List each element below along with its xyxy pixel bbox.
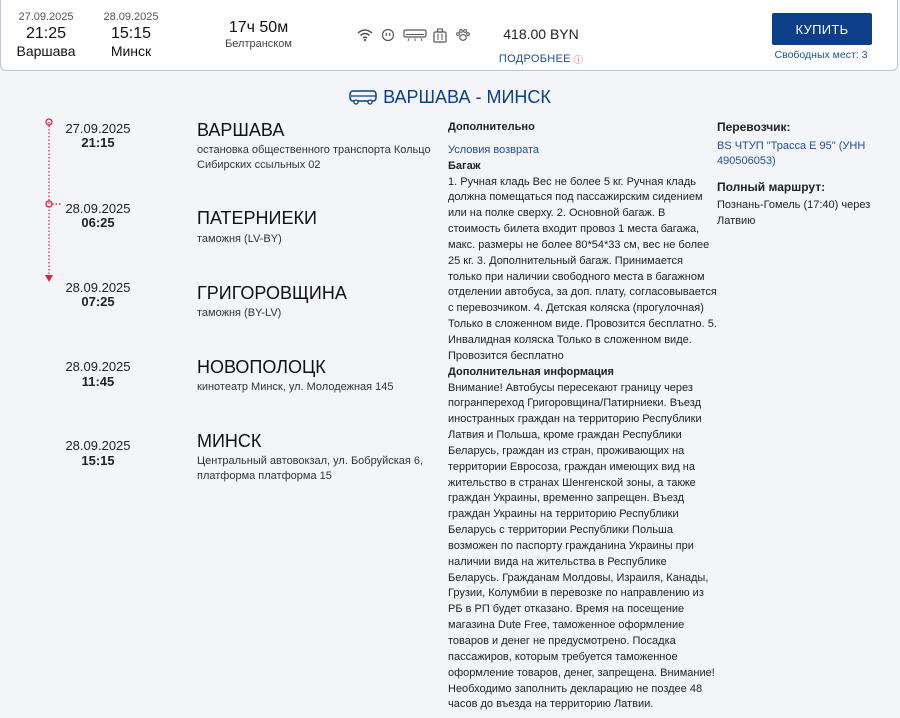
departure-date: 27.09.2025: [18, 11, 74, 23]
socket-icon: [380, 28, 398, 42]
info-heading: Дополнительно: [448, 121, 535, 133]
departure-city: Варшава: [16, 43, 76, 59]
info-icon: ⓘ: [573, 55, 584, 65]
additional-info: Дополнительно Условия возврата Багаж 1. …: [448, 120, 718, 713]
duration-block: 17ч 50м Белтранском: [206, 18, 311, 51]
stop-date: 27.09.2025: [65, 121, 131, 136]
stop-name: НОВОПОЛОЦК: [197, 357, 326, 377]
full-route-text: Познань-Гомель (17:40) через Латвию: [717, 199, 871, 227]
stop-name: ГРИГОРОВЩИНА: [197, 283, 347, 303]
carrier-heading: Перевозчик:: [717, 120, 791, 134]
arrival-time: 15:15: [110, 25, 152, 42]
stop-address: таможня (BY-LV): [197, 307, 282, 319]
stop-name: ВАРШАВА: [197, 120, 285, 140]
stop-time: 06:25: [81, 215, 115, 230]
stop-time: 07:25: [81, 294, 115, 309]
refund-conditions-link[interactable]: Условия возврата: [448, 143, 718, 159]
pet-icon: [455, 28, 473, 42]
wifi-icon: [357, 28, 375, 42]
route-title: ВАРШАВА - МИНСК: [0, 87, 900, 110]
timeline-arrow: [45, 275, 53, 282]
baggage-heading: Багаж: [448, 159, 481, 172]
departure-time: 21:25: [25, 25, 67, 42]
stop-date: 28.09.2025: [65, 438, 131, 453]
trip-duration: 17ч 50м: [228, 19, 289, 36]
stop-address: таможня (LV-BY): [197, 233, 282, 245]
carrier-link[interactable]: BS ЧТУП "Трасса Е 95" (УНН 490506053): [717, 139, 892, 170]
luggage-icon: [432, 28, 450, 43]
details-link[interactable]: ПОДРОБНЕЕ ⓘ: [481, 53, 601, 66]
stop-date: 28.09.2025: [65, 201, 131, 216]
departure-block: 27.09.2025 21:25 Варшава: [11, 10, 81, 60]
stop-time: 11:45: [81, 374, 115, 389]
full-route-heading: Полный маршрут:: [717, 179, 826, 194]
free-seats: Свободных мест: 3: [774, 49, 868, 61]
stop-date: 28.09.2025: [65, 359, 131, 374]
stop-date: 28.09.2025: [65, 280, 131, 295]
baggage-text: 1. Ручная кладь Вес не более 5 кг. Ручна…: [448, 175, 717, 362]
stop-address: Центральный автовокзал, ул. Бобруйская 6…: [197, 455, 424, 482]
bus-icon: [349, 89, 377, 110]
carrier-company: Белтранском: [225, 38, 292, 50]
details-link-label: ПОДРОБНЕЕ: [498, 53, 571, 65]
arrival-date: 28.09.2025: [103, 11, 159, 23]
stop-time: 21:15: [81, 135, 115, 150]
trip-card: 27.09.2025 21:25 Варшава 28.09.2025 15:1…: [0, 0, 898, 71]
extra-info-text: Внимание! Автобусы пересекают границу че…: [448, 381, 715, 711]
stop-name: МИНСК: [197, 431, 262, 451]
route-title-text: ВАРШАВА - МИНСК: [383, 87, 551, 107]
stop-address: остановка общественного транспорта Кольц…: [197, 144, 431, 171]
stop-time: 15:15: [81, 453, 115, 468]
arrival-block: 28.09.2025 15:15 Минск: [96, 10, 166, 60]
air-conditioner-icon: [403, 28, 427, 42]
stop-address: кинотеатр Минск, ул. Молодежная 145: [197, 381, 394, 393]
ticket-price: 418.00 BYN: [503, 26, 579, 42]
stop-name: ПАТЕРНИЕКИ: [197, 208, 317, 228]
arrival-city: Минск: [110, 43, 152, 59]
amenities: [357, 28, 473, 43]
buy-button[interactable]: КУПИТЬ: [772, 13, 872, 45]
carrier-info: Перевозчик: BS ЧТУП "Трасса Е 95" (УНН 4…: [717, 120, 892, 229]
extra-info-heading: Дополнительная информация: [448, 365, 614, 378]
